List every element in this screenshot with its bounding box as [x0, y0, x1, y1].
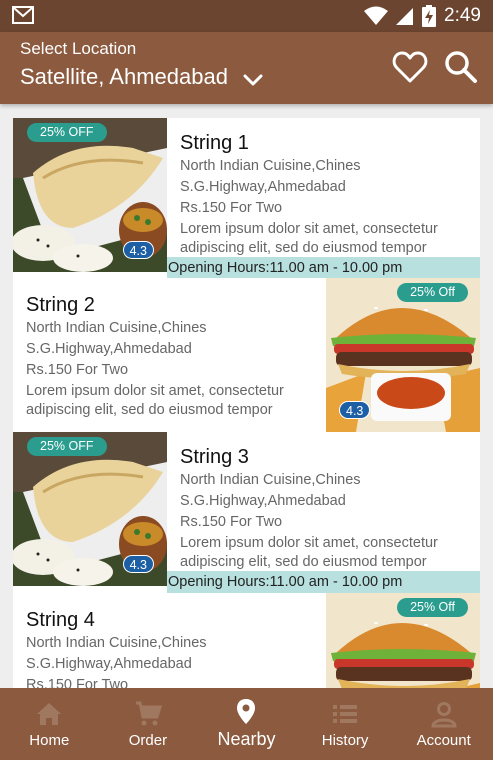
cart-icon [135, 701, 162, 726]
location-value: Satellite, Ahmedabad [20, 64, 228, 89]
dosa-image: 25% OFF 4.3 [13, 118, 167, 272]
burger-image: 25% Off 4.3 [326, 278, 480, 432]
nav-label: Home [29, 732, 70, 749]
restaurant-info: String 4 North Indian Cuisine,Chines S.G… [26, 607, 207, 688]
restaurant-name: String 4 [26, 609, 95, 631]
restaurant-name: String 3 [180, 446, 249, 468]
location-label: Select Location [20, 39, 137, 58]
gmail-icon [12, 6, 34, 24]
nav-label: Account [416, 732, 471, 749]
restaurant-info: String 2 North Indian Cuisine,Chines S.G… [26, 292, 284, 419]
heart-icon[interactable] [392, 50, 428, 84]
nav-nearby[interactable]: Nearby [197, 688, 296, 760]
restaurant-info: String 3 North Indian Cuisine,Chines S.G… [180, 444, 438, 571]
nav-label: Nearby [217, 729, 276, 749]
restaurant-address: S.G.Highway,Ahmedabad [180, 179, 346, 195]
restaurant-price: Rs.150 For Two [26, 362, 129, 378]
rating-badge: 4.3 [122, 241, 154, 259]
restaurant-price: Rs.150 For Two [180, 514, 283, 530]
home-icon [37, 703, 62, 725]
rating-badge: 4.3 [339, 401, 371, 419]
restaurant-card[interactable]: String 2 North Indian Cuisine,Chines S.G… [13, 278, 480, 432]
nav-account[interactable]: Account [394, 688, 493, 760]
signal-icon [396, 8, 414, 25]
nav-label: History [321, 732, 369, 749]
discount-badge: 25% Off [397, 283, 468, 302]
rating-badge: 4.3 [122, 555, 154, 573]
restaurant-description: Lorem ipsum dolor sit amet, consectetur [180, 535, 438, 551]
restaurant-info: String 1 North Indian Cuisine,Chines S.G… [180, 130, 438, 257]
discount-badge: 25% OFF [27, 437, 107, 456]
restaurant-description: Lorem ipsum dolor sit amet, consectetur [180, 221, 438, 237]
location-selector[interactable]: Satellite, Ahmedabad [20, 64, 264, 90]
restaurant-name: String 1 [180, 132, 249, 154]
app-bar: Select Location Satellite, Ahmedabad [0, 32, 493, 104]
nav-label: Order [128, 732, 168, 749]
restaurant-description: adipiscing elit, sed do eiusmod tempor [26, 402, 273, 418]
nav-history[interactable]: History [296, 688, 395, 760]
restaurant-price: Rs.150 For Two [26, 677, 129, 688]
opening-hours: Opening Hours:11.00 am - 10.00 pm [167, 257, 480, 279]
status-time: 2:49 [444, 5, 481, 26]
burger-image: 25% Off [326, 593, 480, 688]
dosa-image: 25% OFF 4.3 [13, 432, 167, 586]
restaurant-name: String 2 [26, 294, 95, 316]
battery-charging-icon [422, 5, 437, 27]
search-icon[interactable] [444, 50, 478, 84]
restaurant-description: Lorem ipsum dolor sit amet, consectetur [26, 383, 284, 399]
restaurant-card[interactable]: 25% OFF 4.3 String 1 North Indian Cuisin… [13, 118, 480, 279]
nav-home[interactable]: Home [0, 688, 99, 760]
restaurant-description: adipiscing elit, sed do eiusmod tempor [180, 240, 427, 256]
bottom-nav: Home Order Nearby History Account [0, 688, 493, 760]
status-bar: 2:49 [0, 0, 493, 32]
restaurant-cuisine: North Indian Cuisine,Chines [180, 158, 361, 174]
person-icon [431, 702, 457, 728]
list-icon [333, 705, 358, 723]
discount-badge: 25% OFF [27, 123, 107, 142]
restaurant-price: Rs.150 For Two [180, 200, 283, 216]
discount-badge: 25% Off [397, 598, 468, 617]
opening-hours: Opening Hours:11.00 am - 10.00 pm [167, 571, 480, 593]
restaurant-cuisine: North Indian Cuisine,Chines [26, 320, 207, 336]
location-pin-icon [237, 699, 256, 724]
restaurant-address: S.G.Highway,Ahmedabad [180, 493, 346, 509]
restaurant-description: adipiscing elit, sed do eiusmod tempor [180, 554, 427, 570]
restaurant-address: S.G.Highway,Ahmedabad [26, 656, 192, 672]
chevron-down-icon[interactable] [242, 73, 264, 87]
wifi-icon [364, 6, 389, 25]
restaurant-list[interactable]: 25% OFF 4.3 String 1 North Indian Cuisin… [0, 104, 493, 688]
restaurant-card[interactable]: String 4 North Indian Cuisine,Chines S.G… [13, 593, 480, 688]
restaurant-card[interactable]: 25% OFF 4.3 String 3 North Indian Cuisin… [13, 432, 480, 593]
nav-order[interactable]: Order [99, 688, 198, 760]
restaurant-cuisine: North Indian Cuisine,Chines [26, 635, 207, 651]
restaurant-cuisine: North Indian Cuisine,Chines [180, 472, 361, 488]
restaurant-address: S.G.Highway,Ahmedabad [26, 341, 192, 357]
